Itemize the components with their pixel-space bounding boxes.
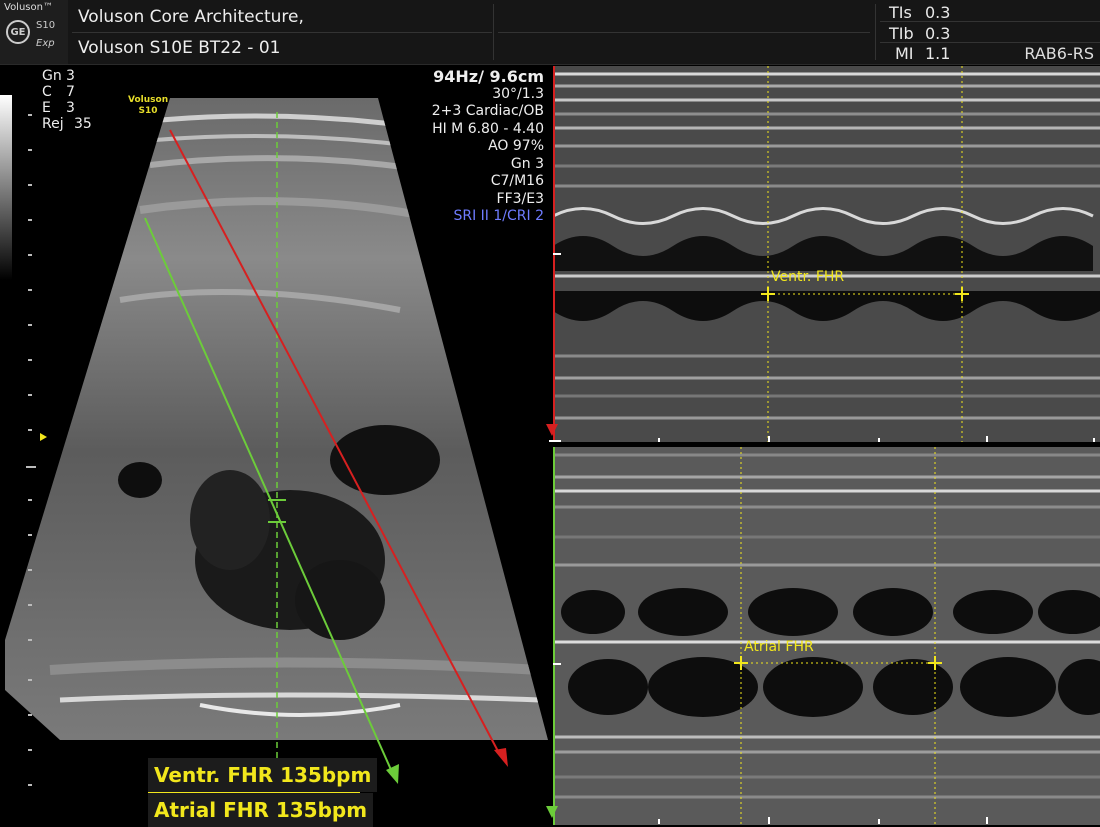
mmode-ventricle-panel[interactable] — [553, 66, 1100, 444]
focus-marker-icon — [40, 433, 47, 441]
arrow-green-down-icon — [546, 806, 558, 818]
arrow-green-icon — [386, 764, 399, 784]
index-row: MI 1.1 — [895, 44, 951, 63]
index-row: TIb 0.3 — [889, 23, 951, 43]
arrow-red-icon — [494, 748, 508, 767]
arrow-red-down-icon — [546, 424, 558, 436]
right-params: 94Hz/ 9.6cm 30°/1.3 2+3 Cardiac/OB HI M … — [431, 67, 544, 224]
mmode-atrial-panel[interactable] — [553, 447, 1100, 825]
safety-indices: TIs 0.3 TIb 0.3 MI 1.1 — [889, 3, 950, 65]
atrial-fhr-result: Atrial FHR 135bpm — [148, 793, 374, 827]
ventr-fhr-result: Ventr. FHR 135bpm — [148, 758, 378, 792]
atrial-fhr-label: Atrial FHR — [744, 639, 814, 655]
probe-label: RAB6-RS — [1024, 44, 1094, 63]
index-row: TIs 0.3 — [889, 3, 951, 22]
ventr-fhr-label: Ventr. FHR — [771, 269, 845, 285]
